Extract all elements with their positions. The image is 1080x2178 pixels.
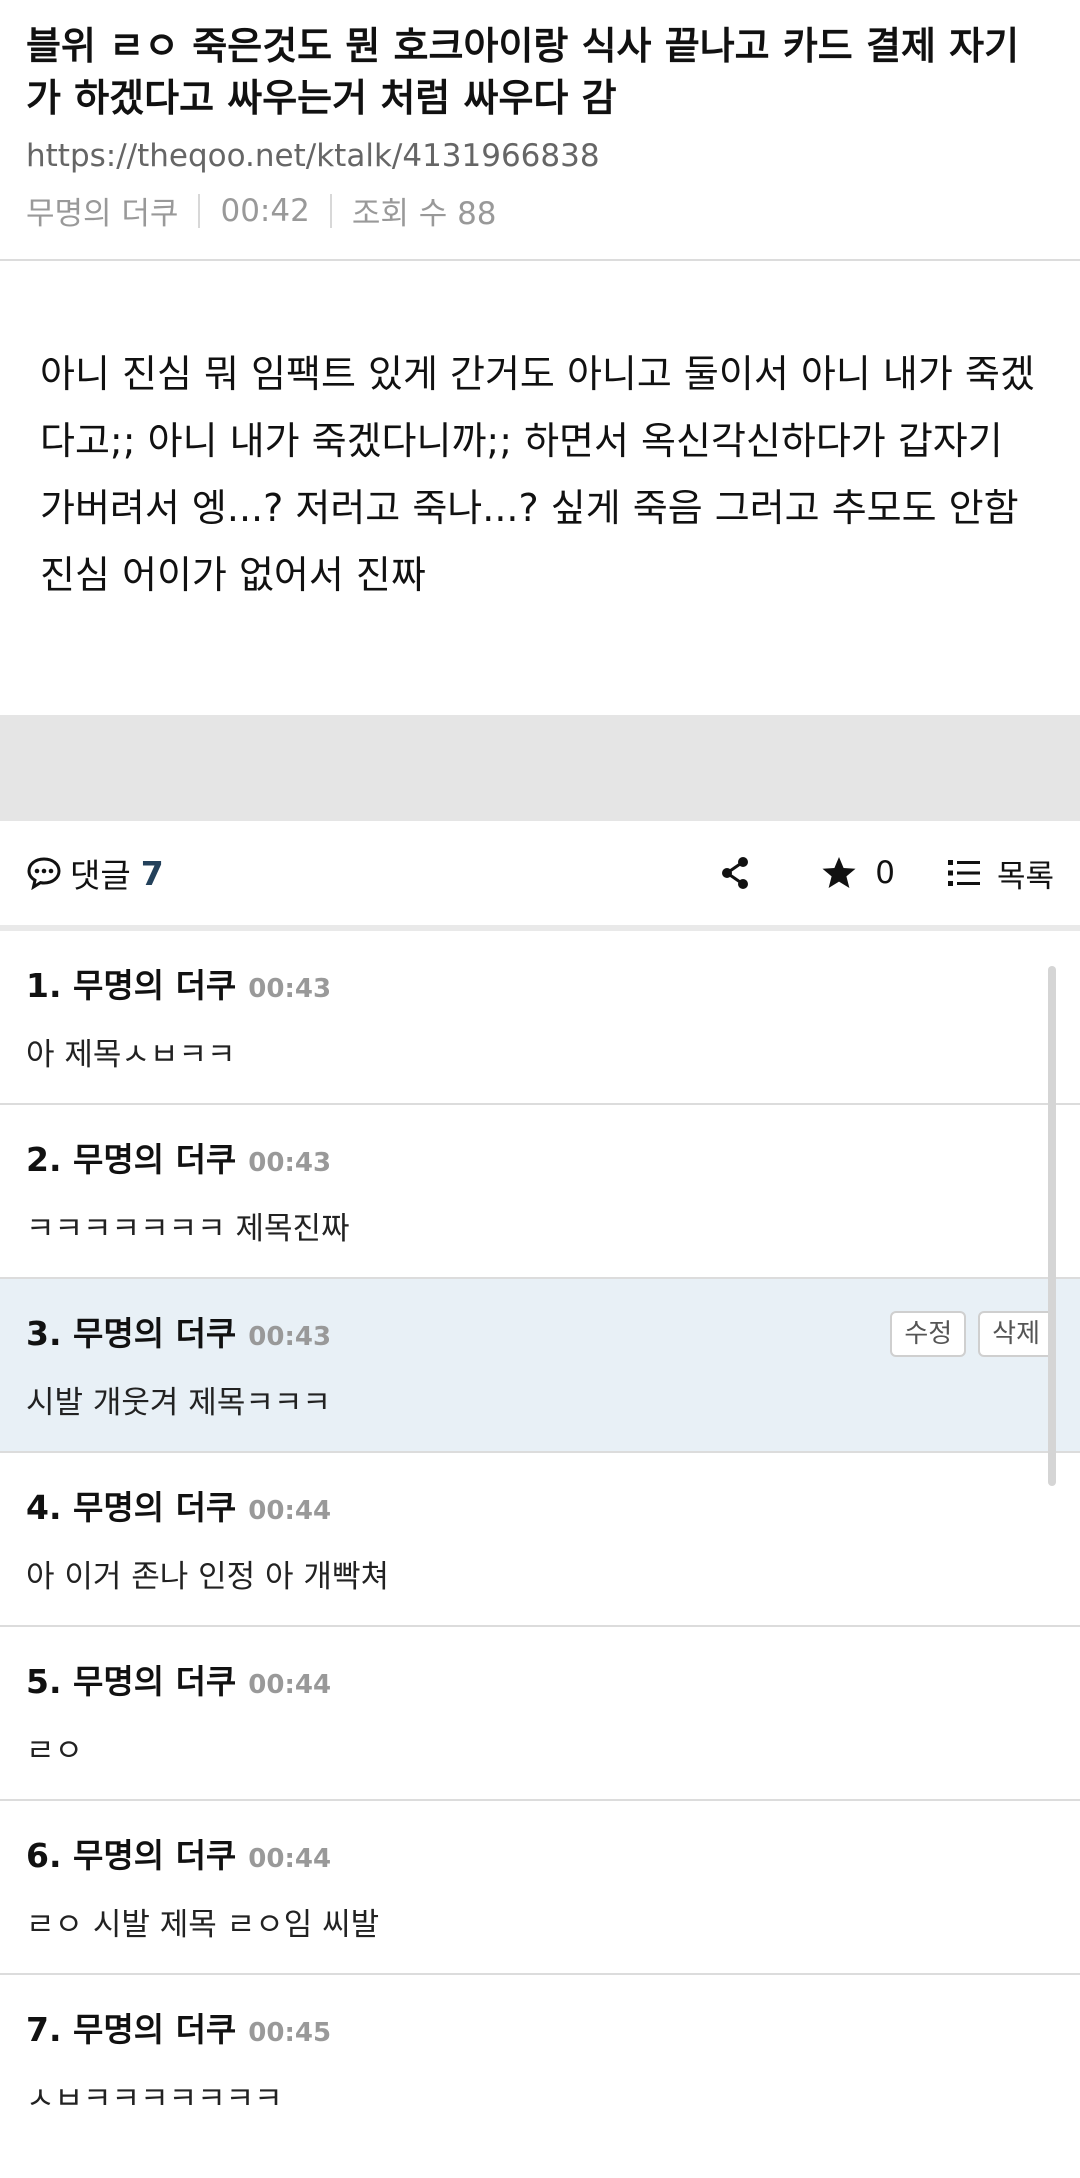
scrollbar[interactable] bbox=[1048, 966, 1056, 1486]
share-button[interactable] bbox=[719, 856, 751, 890]
comment-number: 2 bbox=[26, 1140, 49, 1179]
comment-item: 5. 무명의 더쿠 00:44 ㄹㅇ bbox=[0, 1627, 1080, 1801]
comment-time: 00:45 bbox=[248, 2018, 332, 2048]
comment-number: 3 bbox=[26, 1314, 49, 1353]
comment-number-dot: . bbox=[48, 2010, 73, 2049]
comment-number-dot: . bbox=[48, 1836, 73, 1875]
comment-actions: 수정 삭제 bbox=[890, 1311, 1054, 1357]
post-meta: 무명의 더쿠 00:42 조회 수 88 bbox=[26, 188, 1054, 233]
list-label: 목록 bbox=[996, 858, 1054, 895]
comment-time: 00:44 bbox=[248, 1844, 332, 1874]
comment-time: 00:43 bbox=[248, 1322, 332, 1352]
comment-toolbar: 댓글 7 0 목록 bbox=[0, 821, 1080, 931]
meta-divider bbox=[329, 193, 332, 228]
list-button[interactable]: 목록 bbox=[947, 851, 1054, 896]
comment-header: 7. 무명의 더쿠 00:45 bbox=[26, 2003, 1054, 2051]
comment-item: 2. 무명의 더쿠 00:43 ㅋㅋㅋㅋㅋㅋㅋ 제목진짜 bbox=[0, 1105, 1080, 1279]
comment-time: 00:44 bbox=[248, 1670, 332, 1700]
comment-author[interactable]: 무명의 더쿠 bbox=[73, 1133, 236, 1181]
comment-count: 7 bbox=[140, 853, 164, 893]
section-divider bbox=[0, 715, 1080, 821]
comment-number-dot: . bbox=[48, 966, 73, 1005]
comment-text: 시발 개웃겨 제목ㅋㅋㅋ bbox=[26, 1385, 331, 1421]
comment-text: ㅋㅋㅋㅋㅋㅋㅋ 제목진짜 bbox=[26, 1211, 350, 1247]
post-views: 조회 수 88 bbox=[351, 196, 497, 232]
post-title: 블위 ㄹㅇ 죽은것도 뭔 호크아이랑 식사 끝나고 카드 결제 자기가 하겠다고… bbox=[26, 24, 1020, 120]
comment-number: 7 bbox=[26, 2010, 49, 2049]
comment-header: 5. 무명의 더쿠 00:44 bbox=[26, 1655, 1054, 1703]
comment-count-label[interactable]: 댓글 7 bbox=[26, 849, 164, 897]
post-url[interactable]: https://theqoo.net/ktalk/4131966838 bbox=[26, 138, 1054, 174]
comment-number-dot: . bbox=[48, 1488, 73, 1527]
post-body-text: 아니 진심 뭐 임팩트 있게 간거도 아니고 둘이서 아니 내가 죽겠다고;; … bbox=[40, 352, 1035, 597]
comment-item: 7. 무명의 더쿠 00:45 ㅅㅂㅋㅋㅋㅋㅋㅋㅋ bbox=[0, 1975, 1080, 2149]
comment-item: 6. 무명의 더쿠 00:44 ㄹㅇ 시발 제목 ㄹㅇ임 씨발 bbox=[0, 1801, 1080, 1975]
comment-number: 5 bbox=[26, 1662, 49, 1701]
list-icon bbox=[947, 858, 981, 888]
comment-item: 1. 무명의 더쿠 00:43 아 제목ㅅㅂㅋㅋ bbox=[0, 931, 1080, 1105]
post-time: 00:42 bbox=[220, 192, 310, 229]
comment-time: 00:44 bbox=[248, 1496, 332, 1526]
favorite-count: 0 bbox=[875, 855, 895, 891]
post-body: 아니 진심 뭐 임팩트 있게 간거도 아니고 둘이서 아니 내가 죽겠다고;; … bbox=[0, 261, 1080, 715]
comment-author[interactable]: 무명의 더쿠 bbox=[73, 2003, 236, 2051]
comment-item: 4. 무명의 더쿠 00:44 아 이거 존나 인정 아 개빡쳐 bbox=[0, 1453, 1080, 1627]
delete-button[interactable]: 삭제 bbox=[978, 1311, 1054, 1357]
comment-item-highlighted: 3. 무명의 더쿠 00:43 시발 개웃겨 제목ㅋㅋㅋ 수정 삭제 bbox=[0, 1279, 1080, 1453]
comment-author[interactable]: 무명의 더쿠 bbox=[73, 1481, 236, 1529]
comment-toolbar-actions: 0 목록 bbox=[719, 851, 1054, 896]
post-author: 무명의 더쿠 bbox=[26, 196, 179, 232]
comment-number-dot: . bbox=[48, 1140, 73, 1179]
comment-number: 4 bbox=[26, 1488, 49, 1527]
comment-author[interactable]: 무명의 더쿠 bbox=[73, 959, 236, 1007]
comment-text: 아 제목ㅅㅂㅋㅋ bbox=[26, 1037, 236, 1073]
comment-text: ㅅㅂㅋㅋㅋㅋㅋㅋㅋ bbox=[26, 2081, 283, 2117]
share-icon bbox=[719, 856, 751, 890]
comment-text: 아 이거 존나 인정 아 개빡쳐 bbox=[26, 1559, 389, 1595]
comment-number-dot: . bbox=[48, 1662, 73, 1701]
comment-author[interactable]: 무명의 더쿠 bbox=[73, 1829, 236, 1877]
comment-header: 2. 무명의 더쿠 00:43 bbox=[26, 1133, 1054, 1181]
comment-author[interactable]: 무명의 더쿠 bbox=[73, 1307, 236, 1355]
comment-number: 6 bbox=[26, 1836, 49, 1875]
comment-header: 6. 무명의 더쿠 00:44 bbox=[26, 1829, 1054, 1877]
meta-divider bbox=[198, 193, 201, 228]
comment-header: 4. 무명의 더쿠 00:44 bbox=[26, 1481, 1054, 1529]
comment-text: ㄹㅇ 시발 제목 ㄹㅇ임 씨발 bbox=[26, 1907, 380, 1943]
post-header: 블위 ㄹㅇ 죽은것도 뭔 호크아이랑 식사 끝나고 카드 결제 자기가 하겠다고… bbox=[0, 0, 1080, 261]
comment-label: 댓글 bbox=[70, 856, 131, 895]
comment-author[interactable]: 무명의 더쿠 bbox=[73, 1655, 236, 1703]
comment-time: 00:43 bbox=[248, 1148, 332, 1178]
comment-text: ㄹㅇ bbox=[26, 1733, 84, 1769]
chat-bubble-icon bbox=[26, 856, 62, 890]
comment-header: 1. 무명의 더쿠 00:43 bbox=[26, 959, 1054, 1007]
comment-number: 1 bbox=[26, 966, 49, 1005]
comment-time: 00:43 bbox=[248, 974, 332, 1004]
favorite-button[interactable]: 0 bbox=[821, 855, 895, 891]
comment-list: 1. 무명의 더쿠 00:43 아 제목ㅅㅂㅋㅋ 2. 무명의 더쿠 00:43… bbox=[0, 931, 1080, 2149]
star-icon bbox=[821, 856, 857, 890]
edit-button[interactable]: 수정 bbox=[890, 1311, 967, 1357]
comment-number-dot: . bbox=[48, 1314, 73, 1353]
